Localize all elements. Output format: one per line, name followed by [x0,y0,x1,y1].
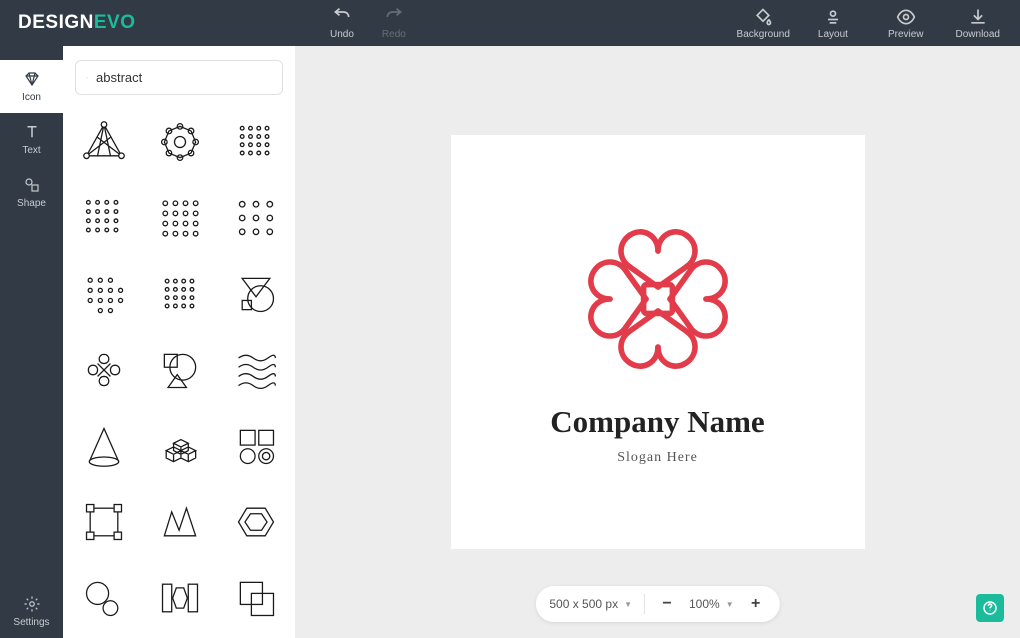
paint-bucket-icon [753,7,773,27]
download-icon [968,7,988,27]
caret-down-icon: ▼ [624,600,632,609]
brand-logo: DESIGNEVO [0,12,160,34]
icon-item[interactable] [151,341,209,399]
preview-button[interactable]: Preview [888,7,924,40]
icon-item[interactable] [75,265,133,323]
background-button[interactable]: Background [737,7,790,40]
search-icon [86,70,88,86]
icon-item[interactable] [151,569,209,624]
logo-mark[interactable] [578,219,738,384]
icon-item[interactable] [227,569,283,624]
text-icon [23,123,41,141]
rail-shape-tab[interactable]: Shape [0,166,63,219]
icon-item[interactable] [75,341,133,399]
search-input[interactable] [96,70,272,85]
brand-part2: EVO [94,12,136,33]
icon-item[interactable] [151,417,209,475]
redo-icon [384,7,404,27]
question-icon [982,600,998,616]
layout-button[interactable]: Layout [818,7,848,40]
icon-item[interactable] [151,493,209,551]
top-toolbar: DESIGNEVO Undo Redo Background Layout Pr… [0,0,1020,46]
icon-item[interactable] [75,493,133,551]
icon-item[interactable] [227,265,283,323]
icon-item[interactable] [75,417,133,475]
icon-item[interactable] [227,189,283,247]
icon-item[interactable] [75,113,133,171]
brand-part1: DESIGN [18,12,94,33]
caret-down-icon: ▼ [726,600,734,609]
icon-item[interactable] [151,189,209,247]
icon-item[interactable] [75,189,133,247]
layout-icon [823,7,843,27]
zoom-in-button[interactable]: + [746,594,766,614]
company-name-text[interactable]: Company Name [550,404,764,440]
canvas-area[interactable]: Company Name Slogan Here 500 x 500 px ▼ … [295,46,1020,638]
icon-item[interactable] [227,113,283,171]
rail-settings-tab[interactable]: Settings [0,585,63,638]
shapes-icon [23,176,41,194]
slogan-text[interactable]: Slogan Here [617,450,698,466]
download-button[interactable]: Download [956,7,1000,40]
icon-sidebar [63,46,295,638]
undo-icon [332,7,352,27]
rail-text-tab[interactable]: Text [0,113,63,166]
rail-icon-tab[interactable]: Icon [0,60,63,113]
zoom-percent-dropdown[interactable]: 100% ▼ [689,597,734,611]
left-rail: Icon Text Shape Settings [0,46,63,638]
undo-button[interactable]: Undo [330,7,354,40]
canvas-dimensions-dropdown[interactable]: 500 x 500 px ▼ [549,597,632,611]
search-input-wrapper[interactable] [75,60,283,95]
diamond-icon [23,70,41,88]
gear-icon [23,595,41,613]
icon-item[interactable] [227,493,283,551]
zoom-bar: 500 x 500 px ▼ − 100% ▼ + [535,586,779,622]
eye-icon [896,7,916,27]
icon-item[interactable] [151,113,209,171]
icon-item[interactable] [75,569,133,624]
icon-item[interactable] [227,341,283,399]
zoom-out-button[interactable]: − [657,594,677,614]
logo-canvas[interactable]: Company Name Slogan Here [451,135,865,549]
redo-button[interactable]: Redo [382,7,406,40]
icon-grid[interactable] [75,113,283,624]
icon-item[interactable] [227,417,283,475]
help-button[interactable] [976,594,1004,622]
icon-item[interactable] [151,265,209,323]
